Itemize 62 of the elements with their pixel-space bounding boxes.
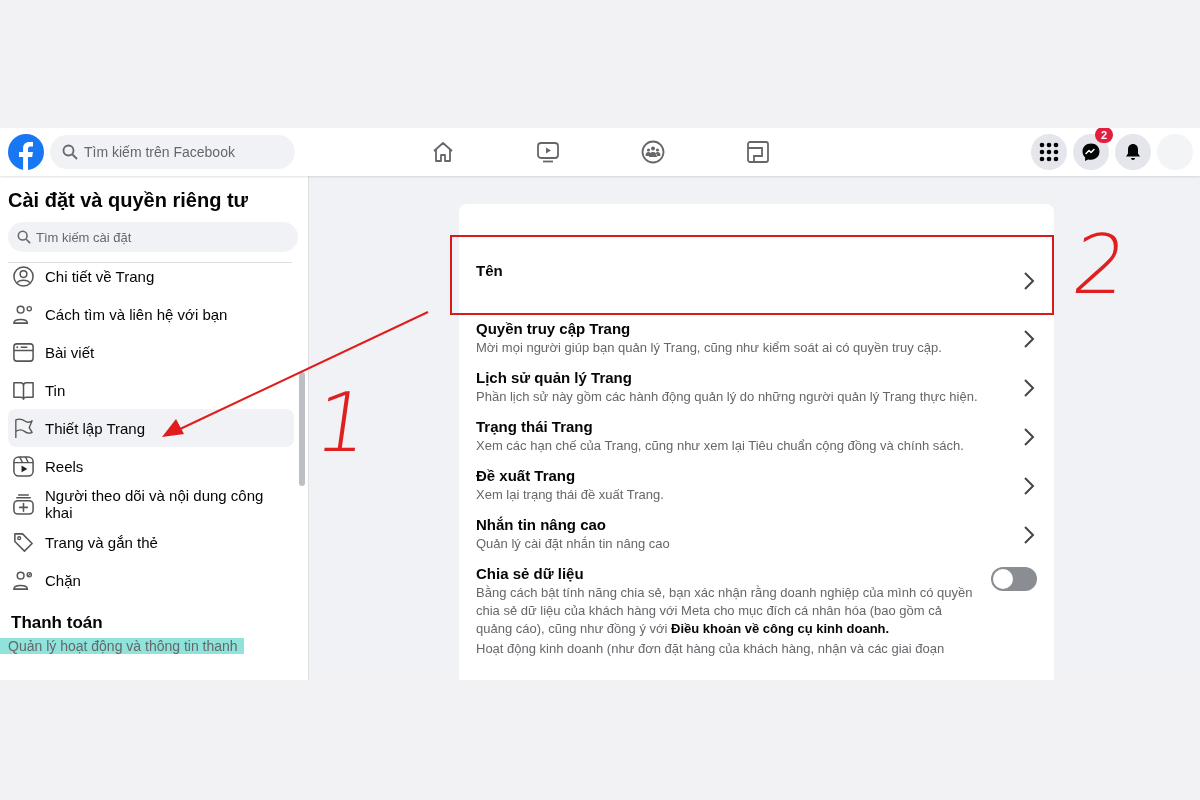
sidebar-item[interactable]: Trang và gắn thẻ [8,523,294,561]
sidebar-item[interactable]: Thiết lập Trang [8,409,294,447]
search-field[interactable]: Tìm kiếm trên Facebook [50,135,295,169]
settings-row[interactable]: Trạng thái Trang Xem các hạn chế của Trang, cũng như xem lại Tiêu chuẩn cộng đồng và chính sách. [459,412,1054,461]
groups-icon [640,140,665,164]
gaming-icon [745,140,770,164]
video-icon [535,140,560,164]
search-icon [62,144,78,160]
plus-box-icon [12,492,35,516]
toggle-switch[interactable] [991,567,1037,591]
row-title: Quyền truy cập Trang [476,320,632,337]
annotation-number: 1 [310,382,374,464]
chevron-icon [1022,425,1036,448]
row-description: Mời mọi người giúp bạn quản lý Trang, cũng như kiểm soát ai có quyền truy cập. [476,339,943,357]
chevron-icon [1022,474,1036,497]
chevron-icon [1022,270,1036,292]
chevron-icon [1022,523,1036,546]
sidebar-item[interactable]: Reels [8,447,294,485]
sidebar-link[interactable]: Quản lý hoạt động và thông tin thanh [0,638,244,654]
sidebar-item[interactable]: Chặn [8,561,294,599]
row-title: Chia sẻ dữ liệu [476,565,585,582]
settings-search-field[interactable]: Tìm kiếm cài đặt [8,222,298,252]
chevron-icon [1022,327,1036,350]
reels-icon [12,454,35,478]
row-description: Quản lý cài đặt nhắn tin nâng cao [476,535,671,553]
person-circle-icon [12,264,35,288]
row-description: Xem lại trạng thái đề xuất Trang. [476,486,665,504]
row-description: Hoạt động kinh doanh (như đơn đặt hàng của khách hàng, nhận và các giai đoạn [476,640,946,658]
sidebar-title: Cài đặt và quyền riêng tư [8,189,250,212]
settings-row[interactable]: Tên [459,240,1054,314]
tag-icon [12,530,35,554]
row-description: Xem các hạn chế của Trang, cũng như xem lại Tiêu chuẩn cộng đồng và chính sách. [476,437,965,455]
row-title: Đề xuất Trang [476,467,577,484]
row-description: Bằng cách bật tính năng chia sẻ, bạn xác nhận rằng doanh nghiệp của mình có quyền chia sẻ dữ liệu của khách hàng với Meta cho mục đích cá nhân hóa (bao gồm cả quảng cáo), cũng như đồng ý với Điều khoản về công cụ kinh doanh. [476,584,974,638]
settings-row[interactable]: Quyền truy cập Trang Mời mọi người giúp bạn quản lý Trang, cũng như kiểm soát ai có quyền truy cập. [459,314,1054,363]
annotation-number: 2 [1068,224,1132,306]
settings-row[interactable]: Đề xuất Trang Xem lại trạng thái đề xuất Trang. [459,461,1054,510]
row-title: Tên [476,262,504,279]
row-title: Trạng thái Trang [476,418,594,435]
row-title: Lịch sử quản lý Trang [476,369,633,386]
logo-icon[interactable] [8,134,44,170]
sidebar-item[interactable]: Tin [8,371,294,409]
scrollbar-thumb[interactable] [299,372,305,486]
settings-row[interactable]: Lịch sử quản lý Trang Phần lịch sử này gồm các hành động quản lý do những người quản lý Trang thực hiện. [459,363,1054,412]
sidebar-item[interactable]: Bài viết [8,333,294,371]
sidebar-item[interactable]: Chi tiết về Trang [8,257,294,295]
sidebar-item[interactable]: Cách tìm và liên hệ với bạn [8,295,294,333]
sidebar-item[interactable]: Người theo dõi và nội dung công khai [8,485,294,523]
bell-icon [1123,142,1143,162]
messenger-icon [1081,142,1101,162]
notification-badge: 2 [1095,128,1113,143]
grid-icon [1039,142,1059,162]
notifications-button[interactable] [1115,134,1151,170]
search-icon [17,230,31,244]
menu-button[interactable] [1031,134,1067,170]
settings-row[interactable]: Nhắn tin nâng cao Quản lý cài đặt nhắn tin nâng cao [459,510,1054,559]
row-description: Phần lịch sử này gồm các hành động quản lý do những người quản lý Trang thực hiện. [476,388,979,406]
section-title: Thanh toán [11,613,104,633]
row-title: Nhắn tin nâng cao [476,516,607,533]
chevron-icon [1022,376,1036,399]
post-icon [12,340,35,364]
flag-icon [12,416,35,440]
